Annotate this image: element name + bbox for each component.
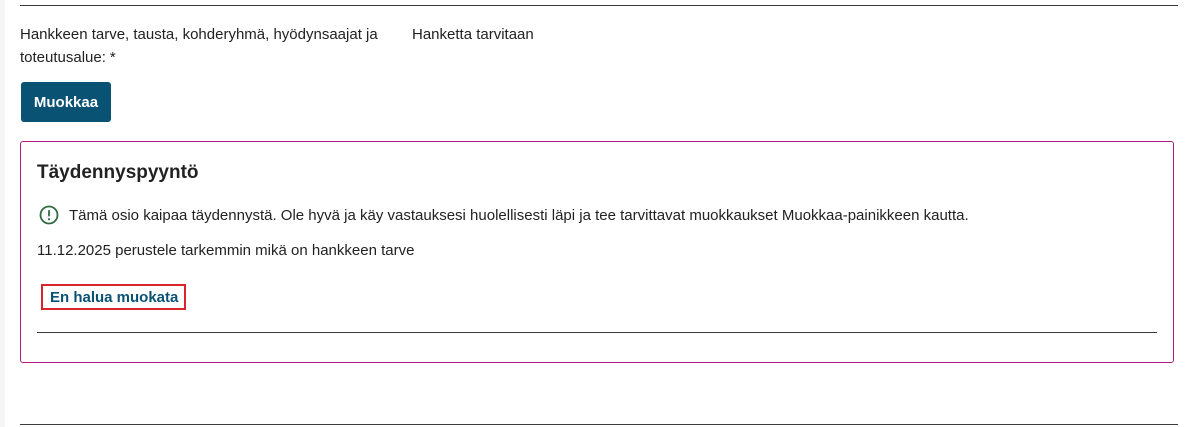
completion-request-box: Täydennyspyyntö Tämä osio kaipaa täydenn… [20, 141, 1174, 363]
no-edit-link[interactable]: En halua muokata [41, 284, 186, 310]
bottom-divider [20, 424, 1178, 425]
info-row: Tämä osio kaipaa täydennystä. Ole hyvä j… [39, 205, 969, 225]
request-note: 11.12.2025 perustele tarkemmin mikä on h… [37, 242, 415, 259]
completion-request-title: Täydennyspyyntö [37, 162, 199, 183]
page: Hankkeen tarve, tausta, kohderyhmä, hyöd… [5, 0, 1194, 427]
field-label-text: Hankkeen tarve, tausta, kohderyhmä, hyöd… [20, 26, 378, 66]
field-value: Hanketta tarvitaan [412, 26, 534, 43]
exclamation-circle-icon [39, 205, 59, 225]
box-divider [37, 332, 1157, 333]
edit-button[interactable]: Muokkaa [21, 82, 111, 122]
top-divider [20, 5, 1178, 6]
required-mark: * [109, 49, 116, 66]
info-text: Tämä osio kaipaa täydennystä. Ole hyvä j… [69, 206, 969, 224]
field-label: Hankkeen tarve, tausta, kohderyhmä, hyöd… [20, 23, 410, 69]
